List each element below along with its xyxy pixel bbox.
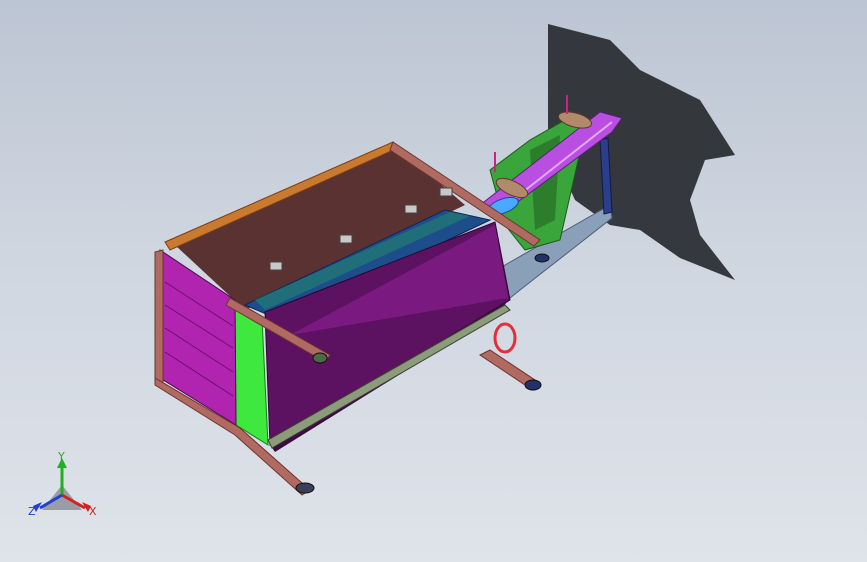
foot-front [295, 482, 315, 494]
triad-y-label: Y [57, 450, 65, 463]
clamp-3 [404, 204, 418, 214]
loop-handle [493, 322, 517, 354]
triad-z-label: Z [28, 505, 36, 518]
clamp-1 [269, 261, 283, 271]
assembly-model[interactable]: Y X Z [0, 0, 867, 562]
clamp-2 [339, 234, 353, 244]
foot-side [312, 352, 328, 364]
side-panel-green [234, 309, 269, 446]
clamp-4 [439, 187, 453, 197]
foot-back [534, 253, 550, 263]
cad-viewport[interactable]: Y X Z [0, 0, 867, 562]
front-frame-left [154, 249, 164, 386]
triad-x-label: X [89, 505, 97, 518]
foot-rear [524, 379, 542, 391]
coordinate-triad[interactable]: Y X Z [28, 450, 97, 518]
